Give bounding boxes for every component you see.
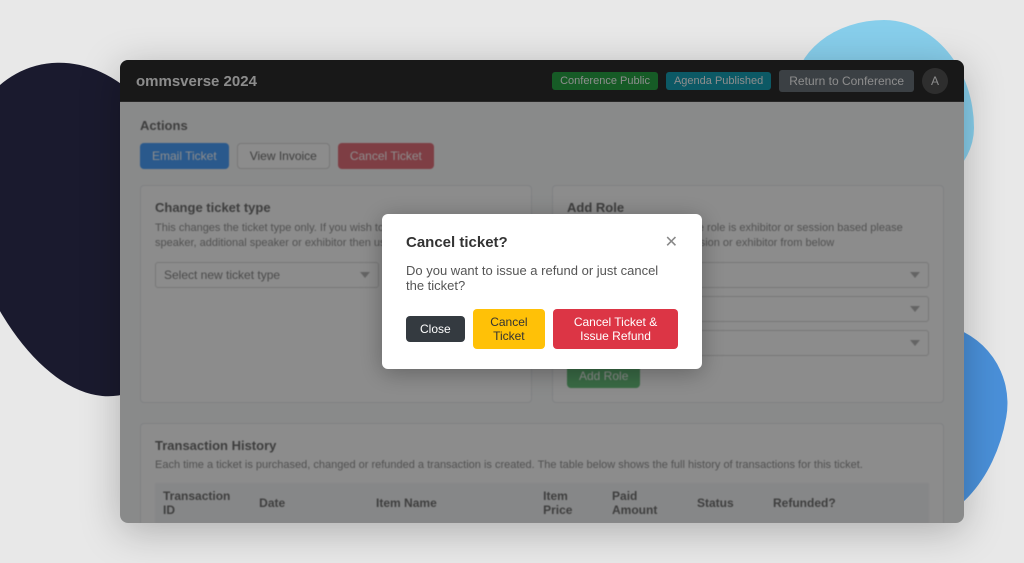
modal-close-button[interactable]: Close: [406, 316, 465, 342]
modal-overlay: Cancel ticket? ✕ Do you want to issue a …: [120, 60, 964, 523]
modal-cancel-ticket-button[interactable]: Cancel Ticket: [473, 309, 545, 349]
modal-cancel-refund-button[interactable]: Cancel Ticket & Issue Refund: [553, 309, 678, 349]
modal-body: Do you want to issue a refund or just ca…: [406, 263, 678, 293]
modal-header: Cancel ticket? ✕: [406, 234, 678, 251]
main-window: ommsverse 2024 Conference Public Agenda …: [120, 60, 964, 523]
modal-footer: Close Cancel Ticket Cancel Ticket & Issu…: [406, 309, 678, 349]
cancel-ticket-modal: Cancel ticket? ✕ Do you want to issue a …: [382, 214, 702, 369]
modal-close-x-button[interactable]: ✕: [665, 235, 678, 251]
modal-title: Cancel ticket?: [406, 234, 508, 251]
